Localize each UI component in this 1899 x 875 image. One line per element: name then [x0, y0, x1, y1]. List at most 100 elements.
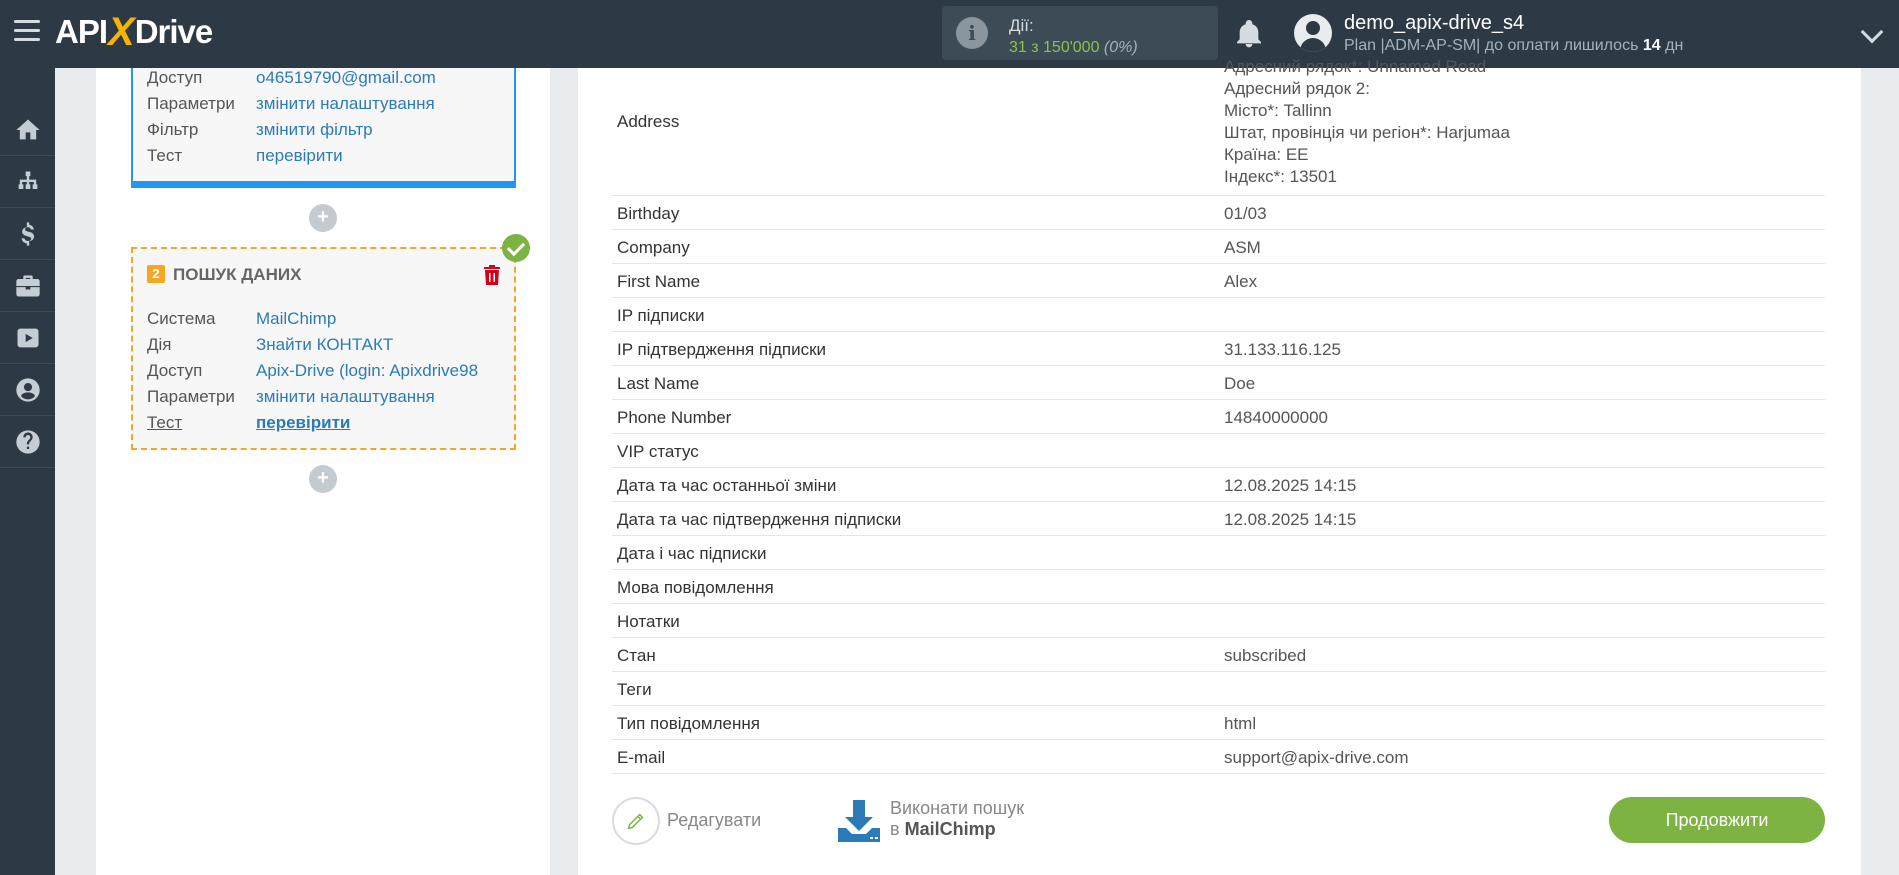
- table-row: VIP статус: [612, 434, 1825, 468]
- row-value: html: [1224, 714, 1257, 733]
- add-step-button[interactable]: +: [309, 465, 337, 493]
- table-row: Phone Number 14840000000: [612, 400, 1825, 434]
- address-value: Адресний рядок*: Unnamed Road Адресний р…: [1224, 56, 1510, 188]
- search-system-name: MailChimp: [904, 819, 996, 839]
- row-value: 12.08.2025 14:15: [1224, 476, 1357, 495]
- edit-button[interactable]: [612, 797, 660, 845]
- table-row: Дата та час підтвердження підписки 12.08.…: [612, 502, 1825, 536]
- row-value: support@apix-drive.com: [1224, 748, 1409, 767]
- menu-icon[interactable]: [14, 20, 40, 44]
- sidebar-item-billing[interactable]: [0, 208, 55, 260]
- table-row: Тип повідомлення html: [612, 706, 1825, 740]
- table-row: IP підписки: [612, 298, 1825, 332]
- row-key: Дата і час підписки: [617, 544, 767, 563]
- card2-system-link[interactable]: MailChimp: [256, 309, 490, 329]
- search-prefix: в: [890, 819, 905, 839]
- card2-test-link[interactable]: перевірити: [256, 413, 490, 433]
- search-action-label[interactable]: Виконати пошук: [890, 798, 1024, 819]
- card1-label: Фільтр: [147, 120, 199, 139]
- sitemap-icon: [18, 171, 37, 189]
- sidebar: [0, 68, 55, 875]
- card2-label: Тест: [147, 413, 183, 432]
- avatar[interactable]: [1294, 14, 1332, 52]
- check-icon: [502, 234, 530, 262]
- row-key: Birthday: [617, 204, 680, 223]
- row-key: E-mail: [617, 748, 666, 767]
- sidebar-item-connections[interactable]: [0, 156, 55, 208]
- address-line: Індекс*: 13501: [1224, 167, 1337, 186]
- address-line: Адресний рядок 2:: [1224, 79, 1370, 98]
- table-row: IP підтвердження підписки 31.133.116.125: [612, 332, 1825, 366]
- card2-action-link[interactable]: Знайти КОНТАКТ: [256, 335, 490, 355]
- actions-count-value: 31 з 150'000: [1009, 39, 1100, 56]
- plan-days: 14: [1642, 37, 1661, 54]
- row-key: Phone Number: [617, 408, 732, 427]
- actions-counter[interactable]: i Дії: 31 з 150'000 (0%): [942, 6, 1218, 60]
- edit-label[interactable]: Редагувати: [667, 810, 761, 831]
- logo-x: X: [108, 9, 135, 54]
- address-label: Address: [617, 112, 680, 131]
- card1-label: Тест: [147, 146, 183, 165]
- sidebar-item-videos[interactable]: [0, 312, 55, 364]
- table-row: Дата та час останньої зміни 12.08.2025 14…: [612, 468, 1825, 502]
- continue-button[interactable]: Продовжити: [1609, 797, 1825, 843]
- row-value: 12.08.2025 14:15: [1224, 510, 1357, 529]
- card2-access-link[interactable]: Apix-Drive (login: Apixdrive98: [256, 361, 490, 381]
- card1-filter-link[interactable]: змінити фільтр: [256, 120, 496, 140]
- row-value: 14840000000: [1224, 408, 1329, 427]
- table-row: Стан subscribed: [612, 638, 1825, 672]
- apix-drive-logo[interactable]: API X Drive: [55, 9, 214, 54]
- top-bar: API X Drive i Дії: 31 з 150'000 (0%) demo_…: [0, 0, 1899, 68]
- address-line: Місто*: Tallinn: [1224, 101, 1332, 120]
- address-line: Штат, провінція чи регіон*: Harjumaa: [1224, 123, 1510, 142]
- chevron-down-icon[interactable]: [1860, 20, 1884, 44]
- add-step-button[interactable]: +: [309, 204, 337, 232]
- card2-params-link[interactable]: змінити налаштування: [256, 387, 490, 407]
- table-row: Дата і час підписки: [612, 536, 1825, 570]
- row-value: 31.133.116.125: [1224, 340, 1341, 359]
- home-icon: [15, 119, 40, 139]
- table-row: Нотатки: [612, 604, 1825, 638]
- step-number-badge: 2: [147, 265, 165, 283]
- download-icon[interactable]: [836, 798, 882, 844]
- row-key: Теги: [617, 680, 652, 699]
- pencil-icon: [627, 813, 644, 830]
- address-line: Країна: EE: [1224, 145, 1309, 164]
- row-key: Тип повідомлення: [617, 714, 760, 733]
- row-key: Company: [617, 238, 690, 257]
- sidebar-item-help[interactable]: [0, 416, 55, 468]
- table-row: Теги: [612, 672, 1825, 706]
- row-key: IP підтвердження підписки: [617, 340, 827, 359]
- actions-label: Дії:: [1009, 16, 1034, 35]
- sidebar-item-projects[interactable]: [0, 260, 55, 312]
- card1-params-link[interactable]: змінити налаштування: [256, 94, 496, 114]
- card2-label: Параметри: [147, 387, 235, 406]
- card1-access-link[interactable]: o46519790@gmail.com: [256, 68, 496, 88]
- card1-test-link[interactable]: перевірити: [256, 146, 496, 166]
- row-value: 01/03: [1224, 204, 1267, 223]
- sidebar-item-home[interactable]: [0, 104, 55, 156]
- plan-prefix: Plan |ADM-AP-SM| до оплати лишилось: [1344, 37, 1643, 54]
- sidebar-item-profile[interactable]: [0, 364, 55, 416]
- table-row: E-mail support@apix-drive.com: [612, 740, 1825, 774]
- row-value: Doe: [1224, 374, 1256, 393]
- row-value: subscribed: [1224, 646, 1307, 665]
- search-action-system[interactable]: в MailChimp: [890, 819, 996, 840]
- row-key: Мова повідомлення: [617, 578, 774, 597]
- actions-count: 31 з 150'000 (0%): [1009, 39, 1138, 57]
- plan-suffix: дн: [1660, 37, 1684, 54]
- user-name[interactable]: demo_apix-drive_s4: [1344, 12, 1524, 35]
- card2-label: Система: [147, 309, 216, 328]
- bell-icon[interactable]: [1233, 17, 1265, 51]
- address-line: Адресний рядок*: Unnamed Road: [1224, 57, 1487, 76]
- info-icon: i: [956, 17, 988, 49]
- help-icon: [15, 429, 40, 454]
- row-key: Дата та час підтвердження підписки: [617, 510, 902, 529]
- table-row: Last Name Doe: [612, 366, 1825, 400]
- dollar-icon: [21, 221, 34, 246]
- user-circle-icon: [15, 377, 40, 402]
- row-key: First Name: [617, 272, 701, 291]
- trash-icon[interactable]: [484, 265, 500, 285]
- logo-part2: Drive: [134, 13, 214, 50]
- row-key: VIP статус: [617, 442, 699, 461]
